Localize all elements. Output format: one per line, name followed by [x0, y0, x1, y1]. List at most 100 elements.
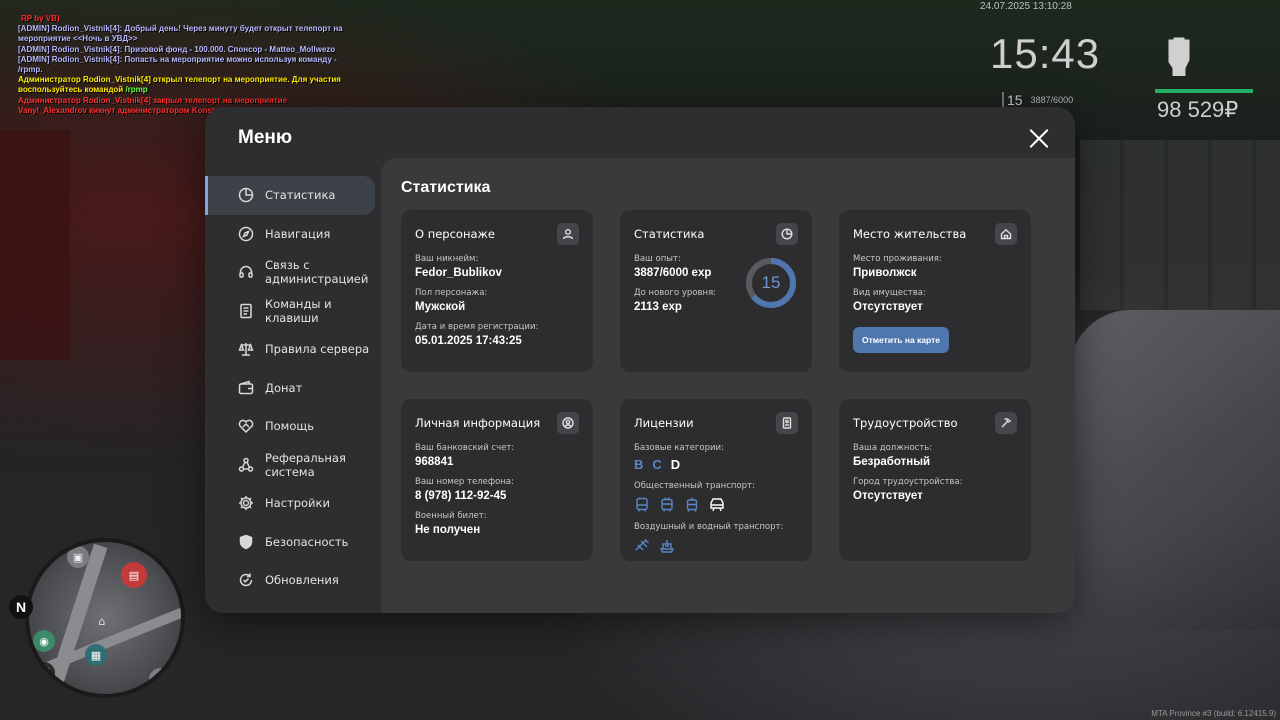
chat-line: [ADMIN] Rodion_Vistnik[4]: Добрый день! …: [18, 24, 343, 34]
pickaxe-icon: [995, 412, 1017, 434]
pie-chart-icon: [238, 187, 254, 203]
bank-account-value: 968841: [415, 456, 454, 468]
level-progress-ring: 15: [744, 256, 798, 310]
scales-icon: [238, 341, 254, 357]
license-category: D: [670, 457, 681, 472]
truck-icon: ▭: [149, 668, 171, 690]
phone-value: 8 (978) 112-92-45: [415, 490, 507, 502]
minimap: ▣ ▤ ⌂ ◉ ▦ ▭ ⛽: [25, 538, 185, 698]
field-label: Место проживания:: [853, 254, 942, 264]
user-circle-icon: [557, 412, 579, 434]
field-label: Ваш никнейм:: [415, 254, 479, 264]
field-label: Пол персонажа:: [415, 288, 488, 298]
sidebar-item-label: Статистика: [265, 188, 336, 203]
tram-icon: ▤: [121, 562, 147, 588]
scene-car: [1070, 310, 1280, 630]
field-label: Общественный транспорт:: [634, 481, 755, 491]
sidebar-item-label: Донат: [265, 380, 303, 395]
field-label: Город трудоустройства:: [853, 477, 963, 487]
sidebar-item-label: Правила сервера: [265, 342, 370, 357]
field-label: Ваша должность:: [853, 443, 933, 453]
compass-icon: [238, 226, 254, 242]
chat-line: /rpmp.: [18, 65, 43, 75]
card-employment: Трудоустройство Ваша должность: Безработ…: [839, 399, 1031, 561]
wallet-icon: [238, 380, 254, 396]
sidebar-item-contact-admin[interactable]: Связь с администрацией: [205, 253, 381, 292]
hud-money: 98 529₽: [1157, 97, 1239, 122]
train-icon: [710, 498, 724, 512]
field-label: Воздушный и водный транспорт:: [634, 522, 784, 532]
sidebar-item-label: Связь с администрацией: [265, 258, 369, 287]
sidebar: Статистика Навигация Связь с администрац…: [205, 176, 381, 600]
hud-level: 15 3887/6000: [1002, 92, 1073, 108]
network-icon: [238, 457, 254, 473]
card-personal: Личная информация Ваш банковский счет: 9…: [401, 399, 593, 561]
sidebar-item-navigation[interactable]: Навигация: [205, 215, 381, 254]
license-category: B: [634, 457, 644, 472]
sidebar-item-updates[interactable]: Обновления: [205, 561, 381, 600]
license-category: C: [652, 457, 662, 472]
close-button[interactable]: [1027, 127, 1051, 151]
level-number: 15: [761, 273, 781, 292]
sidebar-item-label: Помощь: [265, 419, 315, 434]
hud-date: 24.07.2025 13:10:28: [980, 1, 1072, 12]
license-categories: B C D: [634, 457, 798, 472]
field-label: Дата и время регистрации:: [415, 322, 539, 332]
chat-command: /rpmp: [125, 85, 148, 95]
gender-value: Мужской: [415, 301, 466, 313]
air-water-transport-icons: [634, 538, 798, 554]
property-value: Отсутствует: [853, 301, 923, 313]
car-service-icon: ◉: [33, 630, 55, 652]
residence-value: Приволжск: [853, 267, 917, 279]
menu-window: Меню Статистика Навигация Связь с админи…: [205, 107, 1075, 613]
sidebar-item-label: Команды и клавиши: [265, 296, 332, 325]
field-label: Военный билет:: [415, 511, 487, 521]
sidebar-item-settings[interactable]: Настройки: [205, 484, 381, 523]
nickname-value: Fedor_Bublikov: [415, 267, 502, 279]
menu-title: Меню: [238, 127, 293, 148]
sidebar-item-label: Обновления: [265, 573, 339, 588]
scene-road: [1080, 140, 1280, 310]
sidebar-item-label: Реферальная система: [265, 450, 346, 479]
fuel-icon: ⛽: [33, 662, 55, 684]
chat-log: RP by VB) [ADMIN] Rodion_Vistnik[4]: Доб…: [18, 14, 358, 116]
shield-icon: [238, 534, 254, 550]
sidebar-item-referral[interactable]: Реферальная система: [205, 446, 381, 485]
document-icon: [238, 303, 254, 319]
sidebar-item-security[interactable]: Безопасность: [205, 523, 381, 562]
handshake-heart-icon: [238, 418, 254, 434]
sidebar-item-donate[interactable]: Донат: [205, 369, 381, 408]
card-title: Личная информация: [415, 416, 541, 430]
chat-line: мероприятие <<Ночь в УВД>>: [18, 34, 138, 44]
sidebar-item-statistics[interactable]: Статистика: [205, 176, 375, 215]
chat-line: воспользуйтесь командой /rpmp: [18, 85, 148, 95]
sidebar-item-label: Навигация: [265, 226, 331, 241]
field-label: Вид имущества:: [853, 288, 926, 298]
north-marker: N: [9, 595, 33, 619]
card-title: Трудоустройство: [853, 416, 958, 430]
player-arrow-icon: ⌂: [98, 614, 106, 628]
chat-line: [ADMIN] Rodion_Vistnik[4]: Попасть на ме…: [18, 54, 337, 64]
sidebar-item-commands[interactable]: Команды и клавиши: [205, 292, 381, 331]
home-icon: [995, 223, 1017, 245]
sidebar-item-label: Безопасность: [265, 534, 349, 549]
card-licenses: Лицензии Базовые категории: B C D Общест…: [620, 399, 812, 561]
card-residence: Место жительства Место проживания: Приво…: [839, 210, 1031, 372]
fist-icon: [1163, 36, 1195, 77]
mark-on-map-button[interactable]: Отметить на карте: [853, 327, 949, 353]
user-icon: [557, 223, 579, 245]
employment-city-value: Отсутствует: [853, 490, 923, 502]
pie-chart-icon: [776, 223, 798, 245]
card-title: О персонаже: [415, 227, 495, 241]
sidebar-item-help[interactable]: Помощь: [205, 407, 381, 446]
hud-exp: 3887/6000: [1030, 95, 1074, 105]
card-title: Лицензии: [634, 416, 694, 430]
chat-line: RP by VB): [21, 14, 60, 23]
airplane-icon: [635, 539, 649, 551]
field-label: Ваш банковский счет:: [415, 443, 515, 453]
hud-level-number: 15: [1002, 92, 1023, 108]
headset-icon: [238, 264, 254, 280]
gear-icon: [238, 495, 254, 511]
bus-icon: [636, 497, 648, 512]
sidebar-item-rules[interactable]: Правила сервера: [205, 330, 381, 369]
